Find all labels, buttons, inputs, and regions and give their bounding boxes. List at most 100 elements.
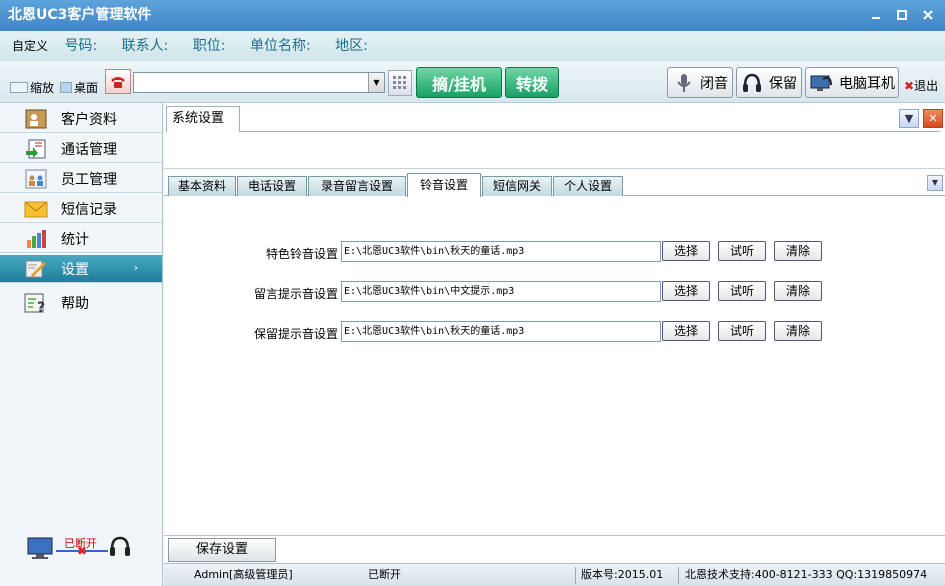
status-separator xyxy=(575,567,576,584)
subtab-basic-info[interactable]: 基本资料 xyxy=(168,176,236,196)
disconnected-icon: ✖ xyxy=(77,544,88,558)
choose-button[interactable]: 选择 xyxy=(662,321,710,341)
hold-tone-path-input[interactable]: E:\北恩UC3软件\bin\秋天的童话.mp3 xyxy=(341,321,661,342)
ringtone-row-message: 留言提示音设置 E:\北恩UC3软件\bin\中文提示.mp3 选择 试听 清除 xyxy=(164,281,945,303)
pickup-hangup-button[interactable]: 摘/挂机 xyxy=(416,67,502,98)
status-support: 北恩技术支持:400-8121-333 QQ:1319850974 xyxy=(685,568,928,581)
row-label: 留言提示音设置 xyxy=(253,287,338,301)
close-button[interactable] xyxy=(917,6,939,24)
sidebar-item-label: 客户资料 xyxy=(61,111,117,128)
minimize-button[interactable] xyxy=(865,6,887,24)
save-settings-button[interactable]: 保存设置 xyxy=(168,538,276,562)
sidebar-item-label: 设置 xyxy=(61,261,89,278)
headset-icon xyxy=(110,536,130,556)
hold-button[interactable]: 保留 xyxy=(736,67,802,98)
status-connection: 已断开 xyxy=(368,568,401,581)
sidebar-item-label: 短信记录 xyxy=(61,201,117,218)
app-title: 北恩UC3客户管理软件 xyxy=(8,7,152,23)
keypad-icon xyxy=(393,76,406,89)
transfer-button[interactable]: 转拨 xyxy=(505,67,559,98)
sidebar-item-label: 统计 xyxy=(61,231,89,248)
phone-button[interactable] xyxy=(105,69,131,94)
tab-close-button[interactable]: ✕ xyxy=(923,109,943,128)
tab-strip: 系统设置 ▼ ✕ xyxy=(164,103,945,169)
mute-label: 闭音 xyxy=(700,75,728,92)
custom-button[interactable]: 自定义 xyxy=(12,39,48,53)
sidebar-item-customers[interactable]: 客户资料 xyxy=(0,105,162,133)
listen-button[interactable]: 试听 xyxy=(718,281,766,301)
main-panel: 系统设置 ▼ ✕ 基本资料 电话设置 录音留言设置 铃音设置 短信网关 个人设置… xyxy=(164,103,945,563)
subtab-recording-settings[interactable]: 录音留言设置 xyxy=(308,176,406,196)
tab-divider xyxy=(240,131,940,132)
sidebar-item-statistics[interactable]: 统计 xyxy=(0,225,162,253)
message-tone-path-input[interactable]: E:\北恩UC3软件\bin\中文提示.mp3 xyxy=(341,281,661,302)
close-icon: ✕ xyxy=(928,112,938,125)
contacts-icon xyxy=(24,108,48,130)
sidebar-item-label: 员工管理 xyxy=(61,171,117,188)
subtab-dropdown-button[interactable]: ▼ xyxy=(927,175,943,191)
exit-icon: ✖ xyxy=(904,78,915,93)
listen-button[interactable]: 试听 xyxy=(718,321,766,341)
sidebar-item-help[interactable]: ? 帮助 xyxy=(0,289,162,317)
keypad-button[interactable] xyxy=(388,70,412,96)
sidebar-item-sms[interactable]: 短信记录 xyxy=(0,195,162,223)
ringtone-row-special: 特色铃音设置 E:\北恩UC3软件\bin\秋天的童话.mp3 选择 试听 清除 xyxy=(164,241,945,263)
row-label: 保留提示音设置 xyxy=(253,327,338,341)
help-icon: ? xyxy=(24,292,48,314)
chevron-down-icon: ▼ xyxy=(931,178,939,187)
clear-button[interactable]: 清除 xyxy=(774,321,822,341)
pc-headset-icon xyxy=(810,75,832,91)
close-icon xyxy=(923,10,933,20)
chevron-right-icon: › xyxy=(134,263,138,274)
subtab-personal-settings[interactable]: 个人设置 xyxy=(553,176,623,196)
subtab-sms-gateway[interactable]: 短信网关 xyxy=(482,176,552,196)
listen-button[interactable]: 试听 xyxy=(718,241,766,261)
settings-icon xyxy=(24,258,48,280)
sidebar-item-staff[interactable]: 员工管理 xyxy=(0,165,162,193)
maximize-button[interactable] xyxy=(891,6,913,24)
contact-info-bar: 自定义 号码: 联系人: 职位: 单位名称: 地区: xyxy=(0,31,945,61)
desktop-label: 桌面 xyxy=(74,81,99,95)
dial-number-combo[interactable]: ▼ xyxy=(133,72,385,93)
toolbar: 缩放 桌面 ▼ 摘/挂机 转拨 闭音 保留 电脑耳机 ✖ 退出 xyxy=(0,61,945,103)
clear-button[interactable]: 清除 xyxy=(774,241,822,261)
field-region-label: 地区: xyxy=(335,38,368,54)
envelope-icon xyxy=(24,198,48,220)
subtab-phone-settings[interactable]: 电话设置 xyxy=(237,176,307,196)
microphone-icon xyxy=(677,73,691,92)
tab-system-settings[interactable]: 系统设置 xyxy=(166,106,240,132)
sidebar-item-label: 通话管理 xyxy=(61,141,117,158)
exit-label: 退出 xyxy=(914,79,939,93)
choose-button[interactable]: 选择 xyxy=(662,281,710,301)
staff-icon xyxy=(24,168,48,190)
shrink-toggle[interactable]: 缩放 xyxy=(10,79,54,96)
field-contact-label: 联系人: xyxy=(121,38,169,54)
mute-button[interactable]: 闭音 xyxy=(667,67,733,98)
maximize-icon xyxy=(897,10,907,20)
choose-button[interactable]: 选择 xyxy=(662,241,710,261)
clear-button[interactable]: 清除 xyxy=(774,281,822,301)
subtab-ringtone-settings[interactable]: 铃音设置 xyxy=(407,173,481,197)
status-bar: Admin[高级管理员] 已断开 版本号:2015.01 北恩技术支持:400-… xyxy=(164,563,945,586)
field-company-label: 单位名称: xyxy=(249,38,311,54)
ringtone-path-input[interactable]: E:\北恩UC3软件\bin\秋天的童话.mp3 xyxy=(341,241,661,262)
field-position-label: 职位: xyxy=(192,38,226,54)
headphones-icon xyxy=(743,73,761,92)
title-bar: 北恩UC3客户管理软件 xyxy=(0,0,945,31)
row-label: 特色铃音设置 xyxy=(265,247,338,261)
pc-headset-button[interactable]: 电脑耳机 xyxy=(805,67,899,98)
exit-button[interactable]: ✖ 退出 xyxy=(904,77,938,94)
window-controls xyxy=(865,6,939,24)
status-version: 版本号:2015.01 xyxy=(581,568,664,581)
computer-icon xyxy=(27,537,53,559)
shrink-icon xyxy=(10,82,28,93)
sidebar-item-settings[interactable]: 设置 › xyxy=(0,255,162,283)
ringtone-row-hold: 保留提示音设置 E:\北恩UC3软件\bin\秋天的童话.mp3 选择 试听 清… xyxy=(164,321,945,343)
desktop-icon xyxy=(60,82,72,93)
status-user: Admin[高级管理员] xyxy=(194,568,293,581)
sidebar: 客户资料 通话管理 员工管理 短信记录 统计 设置 › ? 帮助 已断开 ✖ xyxy=(0,103,163,586)
tab-dropdown-button[interactable]: ▼ xyxy=(899,109,919,128)
sidebar-item-calls[interactable]: 通话管理 xyxy=(0,135,162,163)
chevron-down-icon[interactable]: ▼ xyxy=(368,73,384,92)
desktop-toggle[interactable]: 桌面 xyxy=(60,79,98,96)
